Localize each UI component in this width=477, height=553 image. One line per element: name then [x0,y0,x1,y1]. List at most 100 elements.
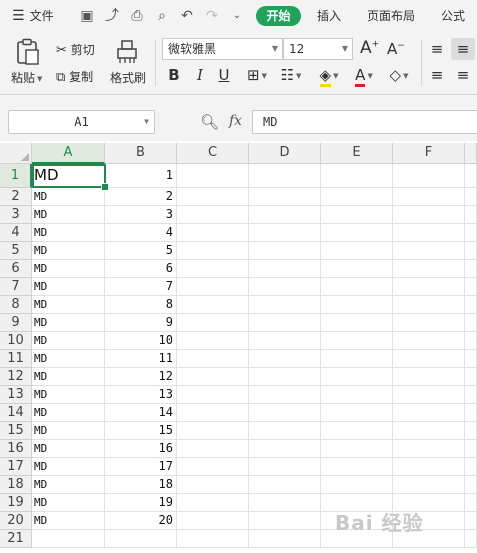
column-header-f[interactable]: F [393,143,465,164]
column-header-e[interactable]: E [321,143,393,164]
cell-empty[interactable] [393,206,465,224]
fill-color-icon[interactable]: ◈ ▼ [312,64,346,87]
cell-empty[interactable] [249,386,321,404]
cell-empty[interactable] [321,458,393,476]
cell-empty[interactable] [465,422,477,440]
cell-empty[interactable] [465,260,477,278]
cell-a[interactable]: MD [32,440,105,458]
row-header[interactable]: 14 [0,404,32,422]
cell-empty[interactable] [249,260,321,278]
column-header-b[interactable]: B [105,143,177,164]
cell-empty[interactable] [393,188,465,206]
row-header[interactable]: 11 [0,350,32,368]
cell-empty[interactable] [177,242,249,260]
cell-empty[interactable] [321,206,393,224]
cell-empty[interactable] [321,260,393,278]
cell-empty[interactable] [249,314,321,332]
row-header[interactable]: 4 [0,224,32,242]
cell-empty[interactable] [393,458,465,476]
font-size-select[interactable]: 12 ▼ [283,38,353,60]
cell-b[interactable]: 18 [105,476,177,494]
cell-empty[interactable] [465,188,477,206]
cell-empty[interactable] [465,404,477,422]
cell-b[interactable]: 5 [105,242,177,260]
row-header[interactable]: 10 [0,332,32,350]
cell-a[interactable]: MD [32,368,105,386]
cell-empty[interactable] [249,164,321,188]
cell-empty[interactable] [393,296,465,314]
cell-empty[interactable] [249,530,321,548]
cell-empty[interactable] [393,332,465,350]
format-painter-icon[interactable] [116,39,138,65]
cell-empty[interactable] [321,476,393,494]
cell-empty[interactable] [249,494,321,512]
cell-empty[interactable] [177,206,249,224]
cell-a[interactable]: MD [32,350,105,368]
save-icon[interactable]: ▣ [79,8,95,24]
export-icon[interactable]: ⤴ [104,8,120,24]
cell-empty[interactable] [249,422,321,440]
cell-empty[interactable] [177,314,249,332]
cell-empty[interactable] [465,164,477,188]
cell-empty[interactable] [177,188,249,206]
cell-empty[interactable] [393,404,465,422]
cell-b[interactable]: 10 [105,332,177,350]
cell-empty[interactable] [321,422,393,440]
copy-button[interactable]: ⧉ 复制 [56,68,93,85]
cell-empty[interactable] [177,386,249,404]
cell-empty[interactable] [177,350,249,368]
cell-empty[interactable] [393,476,465,494]
cell-empty[interactable] [465,278,477,296]
cell-empty[interactable] [177,530,249,548]
cell-a[interactable]: MD [32,260,105,278]
cell-empty[interactable] [249,512,321,530]
cell-empty[interactable] [393,314,465,332]
cell-empty[interactable] [249,458,321,476]
cell-b[interactable]: 17 [105,458,177,476]
cell-empty[interactable] [177,422,249,440]
cell-a[interactable]: MD [32,332,105,350]
cell-empty[interactable] [177,458,249,476]
cell-b[interactable]: 1 [105,164,177,188]
format-painter-label[interactable]: 格式刷 [110,69,146,86]
cell-empty[interactable] [393,368,465,386]
cell-a[interactable]: MD [32,512,105,530]
cut-button[interactable]: ✂ 剪切 [56,41,95,58]
cell-style-icon[interactable]: ☷ ▼ [276,64,306,86]
align-top-icon[interactable]: ≡ [429,38,445,60]
row-header[interactable]: 5 [0,242,32,260]
cell-empty[interactable] [321,440,393,458]
cell-empty[interactable] [393,224,465,242]
name-box[interactable]: A1 ▼ [8,110,155,134]
cell-b[interactable]: 4 [105,224,177,242]
cell-empty[interactable] [465,386,477,404]
cell-a[interactable] [32,530,105,548]
cell-empty[interactable] [249,242,321,260]
increase-font-icon[interactable]: A+ [360,38,379,58]
cell-a[interactable]: MD [32,314,105,332]
row-header[interactable]: 7 [0,278,32,296]
cell-a[interactable]: MD [32,476,105,494]
cell-empty[interactable] [249,278,321,296]
cell-empty[interactable] [177,512,249,530]
cell-empty[interactable] [177,476,249,494]
cell-empty[interactable] [465,494,477,512]
redo-icon[interactable]: ↷ [204,8,220,24]
cell-a[interactable]: MD [32,206,105,224]
cell-empty[interactable] [177,278,249,296]
cell-empty[interactable] [177,440,249,458]
cell-a[interactable]: MD [32,422,105,440]
cell-a[interactable]: MD [32,404,105,422]
row-header[interactable]: 1 [0,164,32,188]
align-center-icon[interactable]: ≡ [455,64,471,86]
cell-empty[interactable] [321,350,393,368]
cell-empty[interactable] [321,224,393,242]
column-header-a[interactable]: A [32,143,105,164]
cell-empty[interactable] [465,224,477,242]
cell-b[interactable]: 6 [105,260,177,278]
cell-empty[interactable] [465,530,477,548]
cell-empty[interactable] [465,206,477,224]
borders-icon[interactable]: ⊞ ▼ [242,64,272,86]
row-header[interactable]: 20 [0,512,32,530]
align-middle-icon[interactable]: ≡ [455,38,471,60]
